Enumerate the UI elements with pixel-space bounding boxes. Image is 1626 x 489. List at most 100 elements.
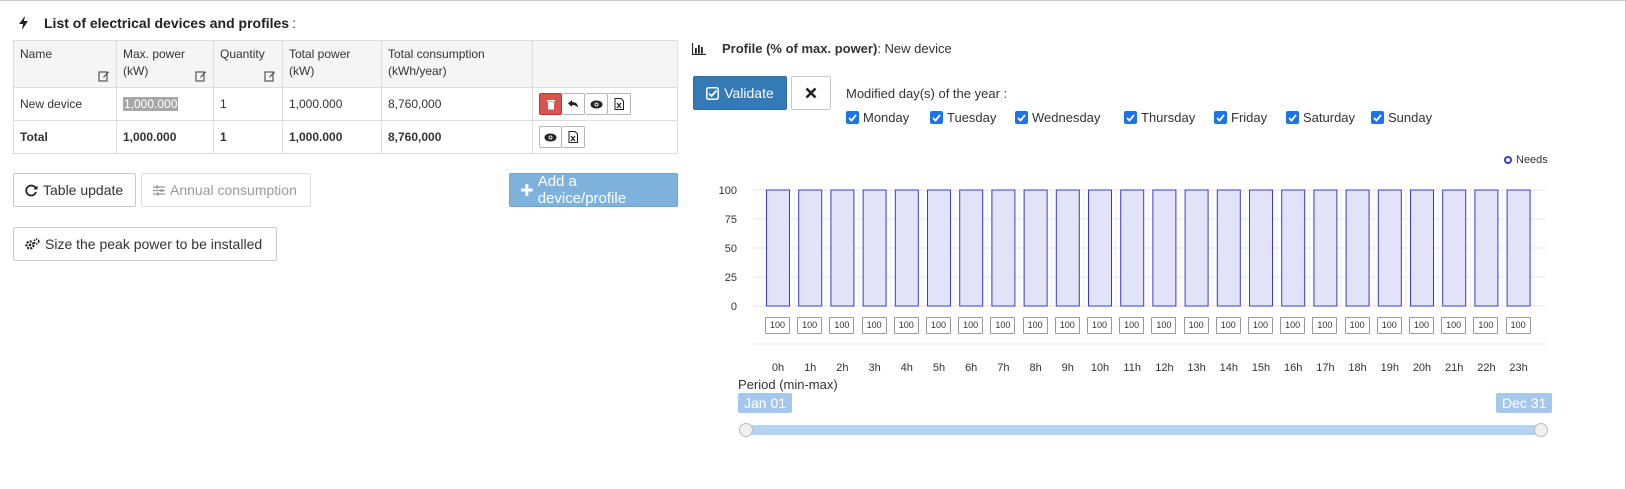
validate-button[interactable]: Validate (693, 76, 787, 110)
checkbox-checked-icon[interactable] (846, 111, 859, 124)
total-quantity: 1 (213, 120, 283, 154)
cell-actions (532, 87, 678, 121)
cell-quantity[interactable]: 1 (213, 87, 283, 121)
day-label: Monday (863, 110, 910, 125)
value-input-5h[interactable]: 100 (926, 317, 951, 334)
period-end-tag: Dec 31 (1496, 393, 1553, 413)
checkbox-checked-icon[interactable] (930, 111, 943, 124)
profile-title-bold: Profile (% of max. power) (722, 41, 878, 56)
value-input-11h[interactable]: 100 (1119, 317, 1145, 334)
day-checkbox-thursday[interactable]: Thursday (1124, 110, 1195, 125)
size-peak-power-button[interactable]: Size the peak power to be installed (13, 227, 277, 261)
bar-15h (1249, 189, 1273, 307)
day-label: Wednesday (1032, 110, 1101, 125)
value-input-6h[interactable]: 100 (958, 317, 984, 334)
table-update-button[interactable]: Table update (13, 173, 136, 207)
export-button[interactable] (608, 93, 631, 115)
checkbox-checked-icon[interactable] (1124, 111, 1137, 124)
add-device-button[interactable]: Add a device/profile (509, 173, 678, 207)
y-tick-label: 25 (725, 272, 737, 284)
value-input-17h[interactable]: 100 (1312, 317, 1338, 334)
x-tick-label: 16h (1284, 362, 1302, 374)
export-total-button[interactable] (562, 126, 585, 148)
period-slider-handle-start[interactable] (739, 423, 753, 437)
eye-icon (590, 100, 602, 108)
section-heading: List of electrical devices and profiles … (18, 15, 296, 31)
value-input-16h[interactable]: 100 (1280, 317, 1306, 334)
heading-suffix: : (292, 15, 296, 31)
close-button[interactable] (791, 76, 831, 110)
value-input-2h[interactable]: 100 (829, 317, 855, 334)
checkbox-checked-icon[interactable] (1371, 111, 1384, 124)
cell-max-power[interactable]: 1,000.000 (116, 87, 214, 121)
day-label: Tuesday (947, 110, 997, 125)
day-checkbox-sunday[interactable]: Sunday (1371, 110, 1432, 125)
value-input-1h[interactable]: 100 (797, 317, 823, 334)
x-tick-label: 12h (1155, 362, 1173, 374)
day-checkbox-friday[interactable]: Friday (1214, 110, 1267, 125)
day-label: Thursday (1141, 110, 1196, 125)
value-input-12h[interactable]: 100 (1151, 317, 1177, 334)
day-checkbox-wednesday[interactable]: Wednesday (1015, 110, 1100, 125)
plus-icon (521, 184, 533, 196)
checkbox-checked-icon[interactable] (1015, 111, 1028, 124)
bar-17h (1313, 189, 1338, 307)
y-tick-label: 50 (725, 243, 737, 255)
day-checkbox-monday[interactable]: Monday (846, 110, 909, 125)
value-input-13h[interactable]: 100 (1183, 317, 1209, 334)
annual-consumption-button[interactable]: Annual consumption (141, 173, 311, 207)
validate-label: Validate (724, 85, 774, 101)
view-total-button[interactable] (539, 126, 562, 148)
value-input-3h[interactable]: 100 (861, 317, 887, 334)
period-slider-track[interactable] (746, 425, 1540, 435)
x-tick-label: 0h (772, 362, 784, 374)
value-input-0h[interactable]: 100 (765, 317, 790, 334)
x-tick-label: 1h (804, 362, 816, 374)
row-actions (539, 93, 631, 115)
cogs-icon (25, 237, 40, 250)
cell-name[interactable]: New device (13, 87, 117, 121)
bolt-icon (19, 16, 28, 30)
bar-14h (1216, 189, 1241, 307)
edit-icon[interactable] (98, 70, 110, 82)
day-checkbox-tuesday[interactable]: Tuesday (930, 110, 996, 125)
value-input-14h[interactable]: 100 (1215, 317, 1241, 334)
value-input-19h[interactable]: 100 (1376, 317, 1402, 334)
undo-button[interactable] (562, 93, 585, 115)
y-tick-label: 0 (731, 301, 737, 313)
view-button[interactable] (585, 93, 608, 115)
value-input-8h[interactable]: 100 (1022, 317, 1048, 334)
edit-icon[interactable] (264, 70, 276, 82)
value-input-9h[interactable]: 100 (1054, 317, 1080, 334)
value-input-15h[interactable]: 100 (1248, 317, 1273, 334)
header-actions (532, 40, 678, 88)
y-tick-label: 100 (719, 185, 737, 197)
x-tick-label: 9h (1062, 362, 1074, 374)
max-power-value[interactable]: 1,000.000 (123, 97, 179, 111)
bar-11h (1120, 189, 1145, 307)
bar-9h (1055, 189, 1080, 307)
x-tick-label: 20h (1413, 362, 1431, 374)
value-input-20h[interactable]: 100 (1409, 317, 1434, 334)
checkbox-checked-icon[interactable] (1286, 111, 1299, 124)
day-label: Saturday (1303, 110, 1356, 125)
add-device-label: Add a device/profile (537, 173, 627, 207)
header-quantity: Quantity (213, 40, 283, 88)
profile-chart: 100 75 50 25 0 0h 1h 2h 3h 4h 5h 6h 7h 8h 9h 10h 11h 12h 1… (719, 185, 1546, 374)
edit-icon[interactable] (195, 70, 207, 82)
value-input-21h[interactable]: 100 (1441, 317, 1467, 334)
value-input-22h[interactable]: 100 (1473, 317, 1499, 334)
value-input-23h[interactable]: 100 (1505, 317, 1531, 334)
delete-button[interactable] (539, 93, 562, 115)
x-tick-label: 10h (1091, 362, 1109, 374)
checkbox-checked-icon[interactable] (1214, 111, 1227, 124)
period-slider-handle-end[interactable] (1534, 423, 1548, 437)
modified-days-label: Modified day(s) of the year : (846, 86, 1008, 101)
x-tick-label: 3h (868, 362, 880, 374)
value-input-10h[interactable]: 100 (1087, 317, 1112, 334)
total-total-consumption: 8,760,000 (381, 120, 533, 154)
value-input-4h[interactable]: 100 (893, 317, 919, 334)
value-input-18h[interactable]: 100 (1344, 317, 1370, 334)
day-checkbox-saturday[interactable]: Saturday (1286, 110, 1355, 125)
value-input-7h[interactable]: 100 (990, 317, 1016, 334)
